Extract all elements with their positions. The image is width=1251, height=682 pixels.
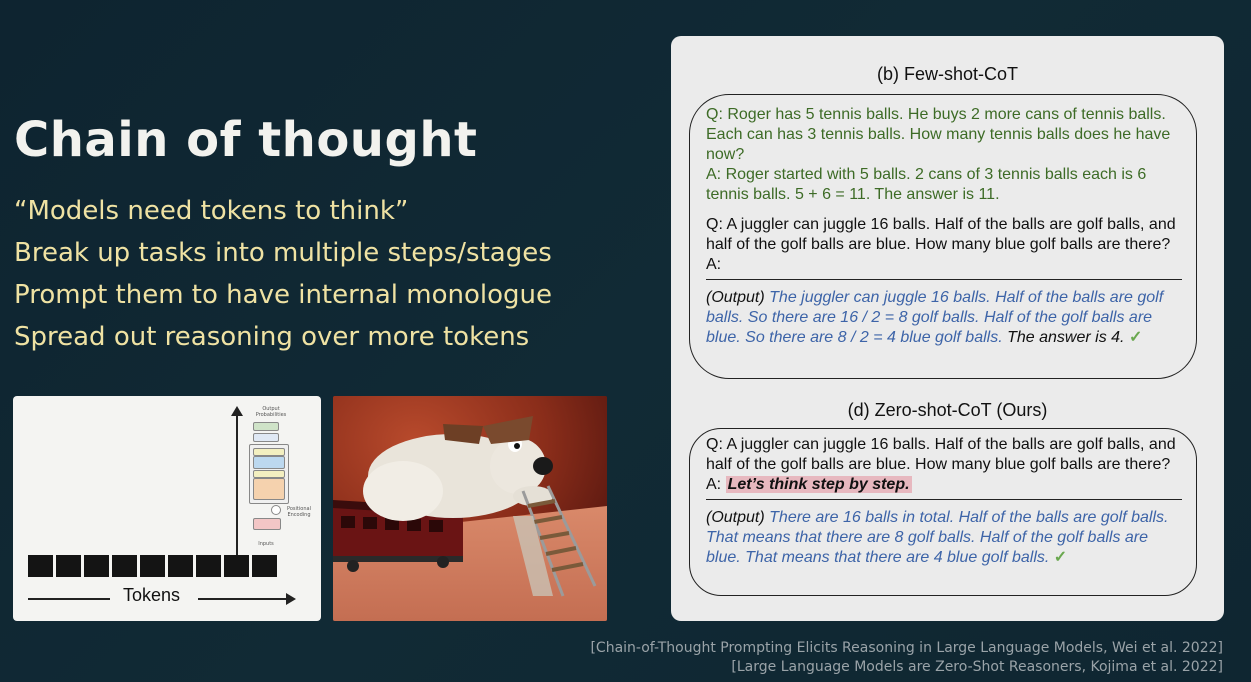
zero-shot-trigger: Let’s think step by step. [725,476,912,493]
token-axis-line-right [198,598,290,600]
token-row [28,555,277,577]
few-shot-question: Q: A juggler can juggle 16 balls. Half o… [706,216,1176,253]
token-box [252,555,277,577]
token-box [28,555,53,577]
few-shot-output: (Output) The juggler can juggle 16 balls… [706,288,1182,348]
token-box [196,555,221,577]
output-arrow-line [236,409,238,559]
token-figure: Output Probabilities Positional Encoding… [13,396,321,621]
citation-kojima: [Large Language Models are Zero-Shot Rea… [731,659,1223,675]
citation-wei: [Chain-of-Thought Prompting Elicits Reas… [590,640,1223,656]
slide-title: Chain of thought [14,112,478,168]
few-shot-divider [706,279,1182,280]
token-box [56,555,81,577]
few-shot-example-answer: A: Roger started with 5 balls. 2 cans of… [706,166,1147,203]
bullet-item: Spread out reasoning over more tokens [14,322,530,352]
few-shot-output-tag: (Output) [706,289,765,306]
token-axis-label: Tokens [123,585,181,605]
few-shot-example-question: Q: Roger has 5 tennis balls. He buys 2 m… [706,106,1171,163]
paper-figure: (b) Few-shot-CoT Q: Roger has 5 tennis b… [671,36,1224,621]
few-shot-final-answer: The answer is 4. [1007,329,1125,346]
token-box [140,555,165,577]
token-box [168,555,193,577]
arrow-right-icon [286,593,296,605]
bullet-item: “Models need tokens to think” [14,196,409,226]
zero-shot-title: (d) Zero-shot-CoT (Ours) [847,400,1048,420]
tf-inputs-label: Inputs [258,541,274,547]
zero-shot-question: Q: A juggler can juggle 16 balls. Half o… [706,436,1176,473]
tf-output-label: Output Probabilities [255,406,287,418]
token-axis-line-left [28,598,110,600]
checkmark-icon: ✓ [1128,329,1143,346]
gromit-train-image [333,396,607,621]
tf-embedding-block [253,518,281,530]
tf-positional-label: Positional Encoding [287,506,311,518]
tf-addnorm-block [253,448,285,456]
zero-shot-answer: A: Let’s think step by step. [706,475,1182,495]
gromit-train-photo [333,396,607,621]
bullet-item: Break up tasks into multiple steps/stage… [14,238,552,268]
token-box [84,555,109,577]
zero-shot-box: Q: A juggler can juggle 16 balls. Half o… [689,428,1197,596]
tf-linear-block [253,433,279,442]
zero-shot-divider [706,499,1182,500]
bullet-item: Prompt them to have internal monologue [14,280,552,310]
zero-shot-output: (Output) There are 16 balls in total. Ha… [706,508,1182,568]
tf-addnorm-block-2 [253,470,285,478]
token-box [112,555,137,577]
token-axis: Tokens [28,585,298,608]
tf-feedforward-block [253,456,285,469]
few-shot-box: Q: Roger has 5 tennis balls. He buys 2 m… [689,94,1197,379]
tf-positional-icon [271,505,281,515]
checkmark-icon: ✓ [1053,549,1068,566]
token-box [224,555,249,577]
few-shot-title: (b) Few-shot-CoT [876,64,1019,84]
zero-shot-answer-prefix: A: [706,476,722,493]
zero-shot-output-tag: (Output) [706,509,765,526]
bullet-list: “Models need tokens to think” Break up t… [14,195,552,363]
tf-softmax-block [253,422,279,431]
tf-attention-block [253,478,285,500]
zero-shot-output-text: There are 16 balls in total. Half of the… [706,509,1169,566]
few-shot-answer-prefix: A: [706,256,722,273]
